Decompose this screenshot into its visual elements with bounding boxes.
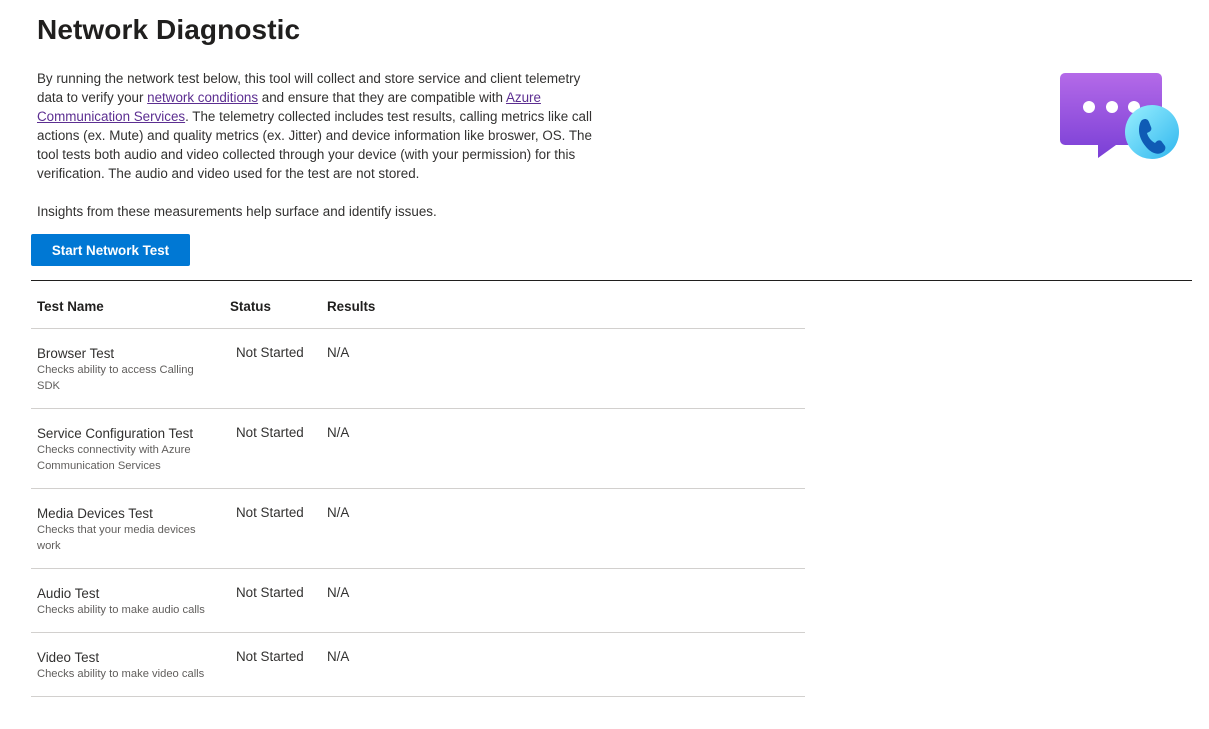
test-name-cell: Browser Test Checks ability to access Ca… (31, 328, 224, 409)
test-name: Service Configuration Test (37, 425, 194, 441)
table-header-row: Test Name Status Results (31, 286, 805, 329)
test-description: Checks ability to access Calling SDK (37, 363, 194, 392)
table-row-audio-test: Audio Test Checks ability to make audio … (31, 568, 805, 633)
page-title: Network Diagnostic (37, 14, 301, 45)
insights-text: Insights from these measurements help su… (37, 204, 437, 219)
test-status: Not Started (224, 408, 321, 489)
network-diagnostic-page: Network Diagnostic By running the networ… (0, 0, 1209, 729)
table-row-browser-test: Browser Test Checks ability to access Ca… (31, 328, 805, 409)
test-status: Not Started (224, 328, 321, 409)
test-status: Not Started (224, 568, 321, 633)
test-status: Not Started (224, 488, 321, 569)
test-results: N/A (321, 568, 805, 633)
intro-text-2: and ensure that they are compatible with (258, 90, 506, 105)
start-network-test-button[interactable]: Start Network Test (31, 234, 190, 266)
test-results: N/A (321, 328, 805, 409)
test-results: N/A (321, 632, 805, 697)
header-divider (31, 280, 1192, 281)
test-description: Checks that your media devices work (37, 523, 196, 552)
column-header-results: Results (321, 286, 805, 329)
test-name-cell: Video Test Checks ability to make video … (31, 632, 224, 697)
test-name-cell: Service Configuration Test Checks connec… (31, 408, 224, 489)
tests-table: Test Name Status Results Browser Test Ch… (31, 286, 805, 697)
test-name: Audio Test (37, 585, 100, 601)
table-row-service-configuration-test: Service Configuration Test Checks connec… (31, 408, 805, 489)
test-results: N/A (321, 488, 805, 569)
test-name-cell: Media Devices Test Checks that your medi… (31, 488, 224, 569)
intro-paragraph: By running the network test below, this … (37, 69, 607, 183)
column-header-test-name: Test Name (31, 286, 224, 329)
test-name: Browser Test (37, 345, 115, 361)
test-name: Video Test (37, 649, 100, 665)
test-results: N/A (321, 408, 805, 489)
test-description: Checks connectivity with Azure Communica… (37, 443, 191, 472)
test-name: Media Devices Test (37, 505, 153, 521)
column-header-status: Status (224, 286, 321, 329)
test-name-cell: Audio Test Checks ability to make audio … (31, 568, 224, 633)
network-conditions-link[interactable]: network conditions (147, 90, 258, 105)
test-status: Not Started (224, 632, 321, 697)
chat-call-icon (1058, 70, 1182, 162)
test-description: Checks ability to make video calls (37, 667, 205, 680)
table-row-video-test: Video Test Checks ability to make video … (31, 632, 805, 697)
test-description: Checks ability to make audio calls (37, 603, 205, 616)
table-row-media-devices-test: Media Devices Test Checks that your medi… (31, 488, 805, 569)
